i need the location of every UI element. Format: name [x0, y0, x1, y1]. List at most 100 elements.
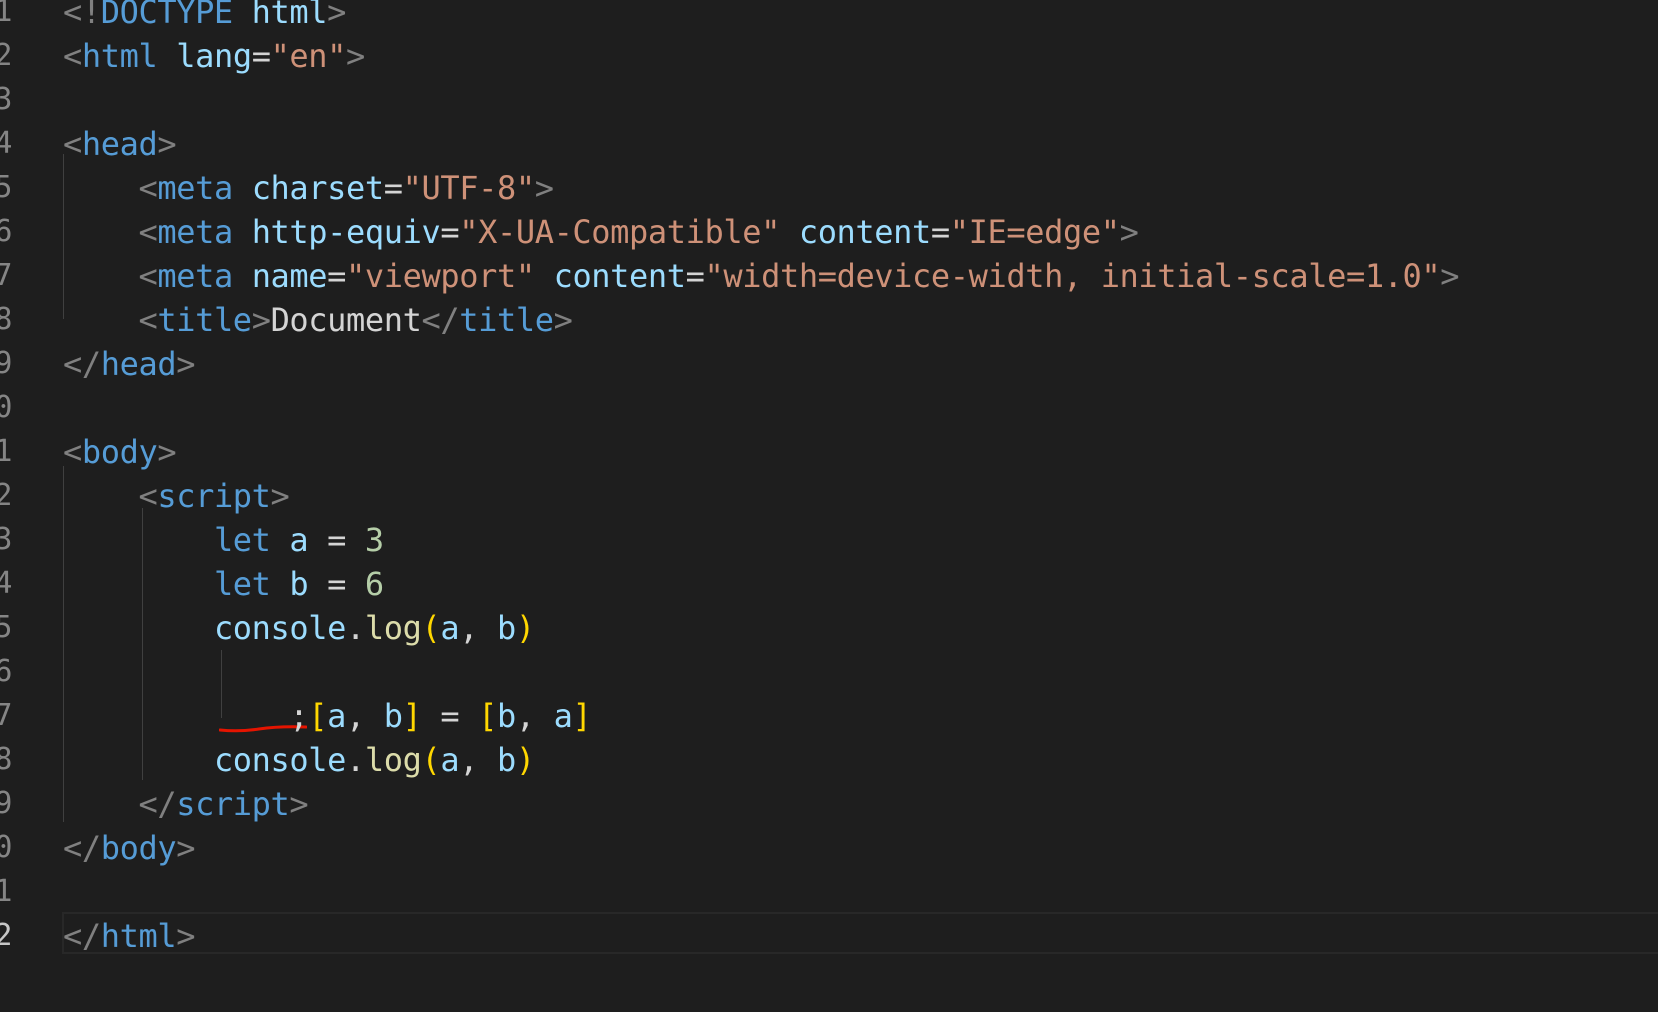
code-token: meta — [157, 169, 233, 207]
code-token: > — [327, 0, 347, 31]
code-token: . — [346, 609, 365, 647]
code-token: charset — [251, 169, 384, 207]
code-token: > — [176, 345, 196, 383]
code-token: head — [100, 345, 177, 383]
code-token: = — [308, 565, 365, 603]
code-token: < — [138, 213, 158, 251]
code-line[interactable]: </body> — [63, 826, 195, 870]
code-token: meta — [157, 257, 233, 295]
code-token: content — [798, 213, 931, 251]
code-token: log — [364, 741, 422, 779]
code-token: let — [213, 521, 271, 559]
code-token: 6 — [364, 565, 384, 603]
code-token: ] — [572, 697, 592, 735]
code-line[interactable]: </html> — [63, 914, 195, 958]
code-line[interactable]: <head> — [63, 122, 177, 166]
code-token: http-equiv — [251, 213, 441, 251]
code-token: html — [251, 0, 328, 31]
code-token: </ — [421, 301, 460, 339]
code-token: </ — [138, 785, 177, 823]
code-token: > — [157, 125, 177, 163]
code-token: DOCTYPE — [100, 0, 233, 31]
code-line[interactable]: <body> — [63, 430, 177, 474]
code-token: "X-UA-Compatible" — [459, 213, 780, 251]
code-token: = — [421, 697, 479, 735]
code-token: a — [289, 521, 309, 559]
code-token: = — [440, 213, 460, 251]
code-line[interactable]: </head> — [63, 342, 195, 386]
code-line[interactable]: <meta charset="UTF-8"> — [63, 166, 554, 210]
code-token: a — [327, 697, 347, 735]
code-token: > — [553, 301, 573, 339]
code-token: = — [251, 37, 271, 75]
code-token: , — [459, 741, 497, 779]
code-token: </ — [63, 829, 101, 867]
code-area[interactable]: <!DOCTYPE html> <html lang="en"> <head> <m… — [0, 0, 1658, 1012]
code-token: ] — [402, 697, 422, 735]
code-line[interactable]: <html lang="en"> — [63, 34, 365, 78]
code-token: </ — [63, 917, 101, 955]
code-token: b — [289, 565, 309, 603]
code-token: let — [213, 565, 271, 603]
code-line[interactable]: console.log(a, b) — [63, 738, 535, 782]
code-line[interactable]: ;[a, b] = [b, a] — [63, 694, 591, 738]
code-token: = — [327, 257, 347, 295]
code-token: < — [138, 257, 158, 295]
code-token: name — [251, 257, 328, 295]
code-token: console — [213, 741, 346, 779]
code-token: </ — [63, 345, 101, 383]
code-token: < — [63, 37, 82, 75]
code-token: > — [346, 37, 365, 75]
code-token: < — [138, 301, 158, 339]
code-token: , — [346, 697, 384, 735]
code-token: script — [176, 785, 290, 823]
code-token: < — [63, 125, 82, 163]
code-token: [ — [478, 697, 497, 735]
code-line[interactable]: <script> — [63, 474, 289, 518]
code-token: a — [440, 609, 460, 647]
code-token: > — [176, 917, 196, 955]
code-token: < — [138, 477, 158, 515]
code-token: > — [534, 169, 554, 207]
code-token: ( — [421, 609, 441, 647]
code-line[interactable]: console.log(a, b) — [63, 606, 535, 650]
code-token: title — [157, 301, 252, 339]
code-token: body — [81, 433, 158, 471]
code-line[interactable]: </script> — [63, 782, 308, 826]
code-token: log — [364, 609, 422, 647]
code-line[interactable]: <title>Document</title> — [63, 298, 572, 342]
code-token: 3 — [364, 521, 384, 559]
code-token: < — [63, 433, 82, 471]
code-token: html — [81, 37, 158, 75]
code-token: b — [496, 741, 516, 779]
code-line[interactable]: <meta http-equiv="X-UA-Compatible" conte… — [63, 210, 1138, 254]
code-line[interactable]: let a = 3 — [63, 518, 384, 562]
code-token: html — [100, 917, 177, 955]
code-line[interactable]: let b = 6 — [63, 562, 384, 606]
code-line[interactable]: <meta name="viewport" content="width=dev… — [63, 254, 1459, 298]
code-token: = — [685, 257, 705, 295]
code-token: script — [157, 477, 271, 515]
code-token: ) — [515, 741, 535, 779]
code-token: meta — [157, 213, 233, 251]
code-token: > — [1119, 213, 1139, 251]
code-editor[interactable]: 1234567890123456789012 <!DOCTYPE html> <h… — [0, 0, 1658, 1012]
code-token: lang — [176, 37, 252, 75]
code-token: , — [459, 609, 497, 647]
code-token: "viewport" — [346, 257, 535, 295]
code-line[interactable]: <!DOCTYPE html> — [63, 0, 346, 34]
